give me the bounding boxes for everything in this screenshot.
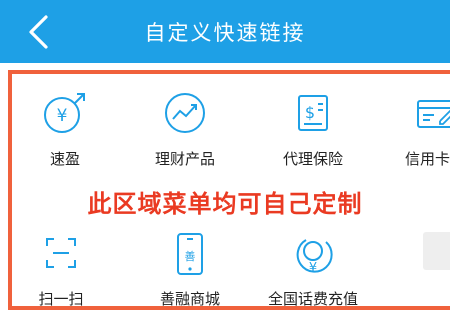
mobile-shop-icon: 善 [177, 233, 203, 275]
yuan-exchange-icon: ¥ [44, 93, 85, 133]
shortcut-shanrong-mall[interactable]: 善 善融商城 [135, 212, 245, 322]
svg-text:$: $ [305, 103, 315, 122]
shortcut-label: 全国话费充值 [267, 290, 358, 308]
svg-text:¥: ¥ [57, 106, 68, 126]
shortcut-label: 扫一扫 [38, 290, 84, 308]
scan-icon [46, 238, 76, 268]
shortcut-phone-recharge[interactable]: ¥ 全国话费充值 [258, 212, 368, 322]
trend-chart-icon [165, 93, 205, 133]
shortcut-label: 善融商城 [159, 290, 220, 308]
svg-text:善: 善 [185, 249, 196, 263]
shortcut-credit-card[interactable]: 信用卡申 [380, 72, 450, 182]
page-title: 自定义快速链接 [144, 20, 306, 45]
header-bar: 自定义快速链接 [0, 0, 450, 63]
dollar-document-icon: $ [298, 95, 328, 131]
shortcut-label: 信用卡申 [404, 150, 450, 168]
shortcut-suying[interactable]: ¥ 速盈 [10, 72, 120, 182]
shortcut-label: 理财产品 [154, 150, 215, 168]
shortcut-agency-insurance[interactable]: $ 代理保险 [258, 72, 368, 182]
svg-text:¥: ¥ [309, 261, 317, 276]
shortcut-scan[interactable]: 扫一扫 [6, 212, 116, 322]
yuan-recharge-icon: ¥ [296, 239, 333, 276]
shortcut-label: 代理保险 [282, 150, 343, 168]
empty-slot [423, 232, 450, 270]
credit-card-icon [417, 100, 450, 128]
shortcut-label: 速盈 [49, 150, 80, 168]
shortcut-wealth-products[interactable]: 理财产品 [130, 72, 240, 182]
